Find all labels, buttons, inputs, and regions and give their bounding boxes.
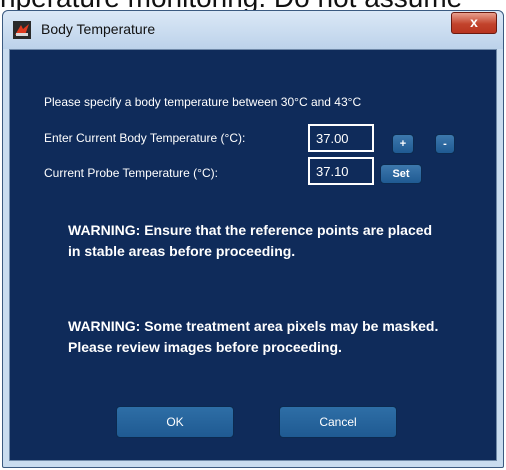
title-bar[interactable]: Body Temperature x (3, 11, 503, 49)
dialog-body: Please specify a body temperature betwee… (9, 49, 497, 461)
body-temp-input[interactable]: 37.00 (308, 124, 374, 152)
app-icon (13, 21, 31, 39)
warning-masked-pixels: WARNING: Some treatment area pixels may … (68, 318, 439, 355)
probe-temp-label: Current Probe Temperature (°C): (44, 166, 218, 180)
warning-reference-points: WARNING: Ensure that the reference point… (68, 222, 433, 259)
set-button[interactable]: Set (380, 164, 422, 184)
probe-temp-input[interactable]: 37.10 (308, 157, 374, 185)
ok-button[interactable]: OK (116, 406, 234, 438)
body-temp-label: Enter Current Body Temperature (°C): (44, 131, 246, 145)
decrement-button[interactable]: - (435, 134, 455, 154)
dialog-window: Body Temperature x Please specify a body… (2, 10, 504, 468)
increment-button[interactable]: + (392, 134, 414, 154)
window-title: Body Temperature (41, 21, 156, 37)
close-button[interactable]: x (451, 12, 497, 34)
instructions-text: Please specify a body temperature betwee… (44, 95, 362, 109)
cancel-button[interactable]: Cancel (279, 406, 397, 438)
